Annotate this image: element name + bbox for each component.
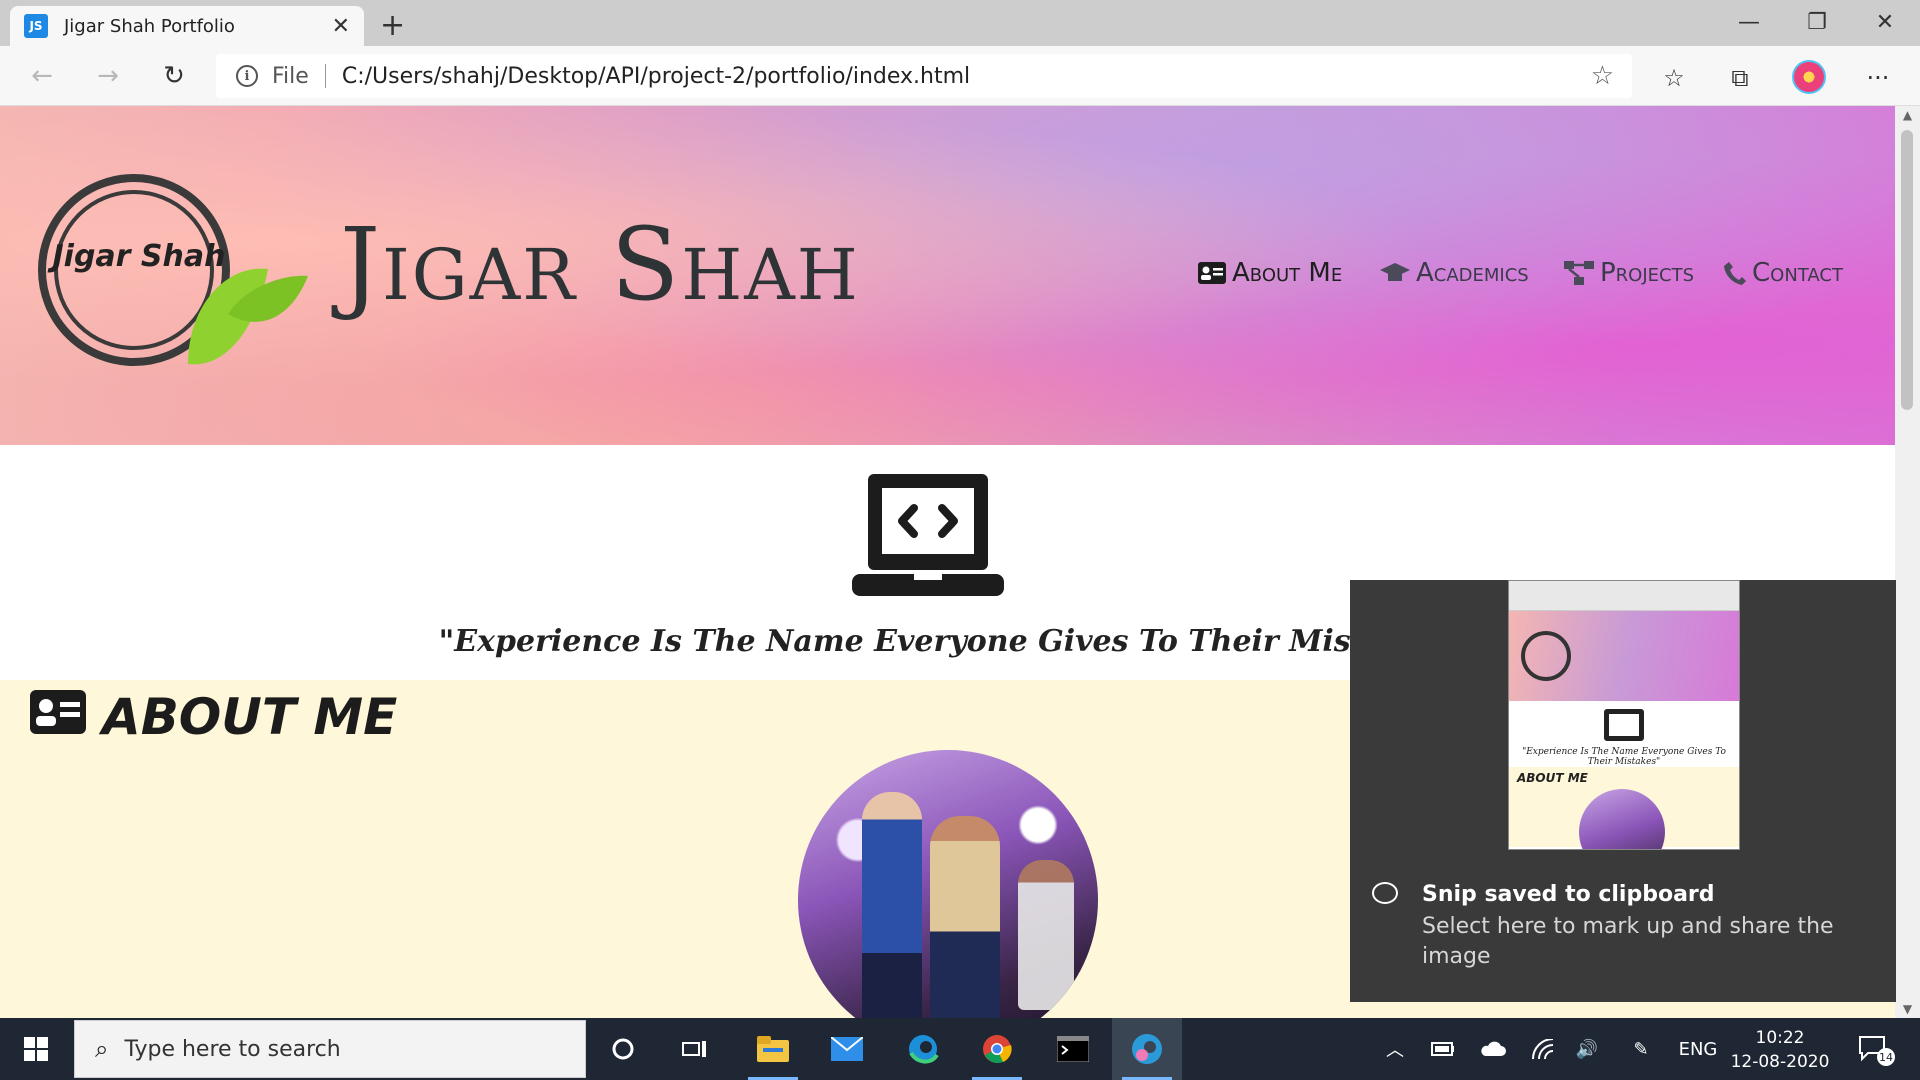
windows-taskbar: ⌕ Type here to search ︿ 🔊 ✎ ENG 10:22 12… [0, 1018, 1920, 1080]
refresh-icon[interactable]: ↻ [154, 58, 194, 94]
logo-text: Jigar Shah [48, 239, 226, 274]
pen-workspace-icon[interactable]: ✎ [1626, 1018, 1656, 1080]
toast-body: Select here to mark up and share the ima… [1422, 914, 1834, 969]
snip-notification[interactable]: "Experience Is The Name Everyone Gives T… [1350, 580, 1896, 1002]
forward-arrow-icon[interactable]: → [88, 58, 128, 94]
action-center-icon[interactable]: 14 [1848, 1018, 1904, 1080]
preview-logo [1521, 631, 1571, 681]
site-logo[interactable]: Jigar Shah [38, 164, 308, 384]
window-close-icon[interactable]: ✕ [1850, 2, 1920, 42]
preview-photo [1579, 789, 1665, 849]
start-button[interactable] [0, 1018, 72, 1080]
preview-laptop-icon [1604, 709, 1644, 741]
close-tab-icon[interactable]: ✕ [332, 14, 350, 39]
file-explorer-icon[interactable] [738, 1018, 808, 1080]
edge-dev-icon[interactable] [1112, 1018, 1182, 1080]
project-diagram-icon [1564, 261, 1594, 285]
graduation-cap-icon [1380, 263, 1410, 283]
preview-about-title: ABOUT ME [1517, 771, 1588, 785]
scroll-up-icon[interactable]: ▲ [1895, 108, 1920, 122]
photo-person [1018, 860, 1074, 1010]
url-scheme-label: File [272, 63, 309, 89]
onedrive-cloud-icon[interactable] [1476, 1018, 1510, 1080]
about-heading-text: ABOUT ME [102, 688, 398, 746]
edge-browser-icon[interactable] [888, 1018, 958, 1080]
profile-avatar[interactable] [1792, 60, 1826, 94]
wifi-icon[interactable] [1528, 1018, 1558, 1080]
url-text[interactable]: C:/Users/shahj/Desktop/API/project-2/por… [342, 64, 1591, 89]
mail-icon[interactable] [812, 1018, 882, 1080]
photo-person [862, 792, 922, 1018]
more-menu-icon[interactable]: ··· [1858, 60, 1898, 96]
windows-logo-icon [24, 1037, 48, 1061]
url-separator [324, 64, 326, 88]
info-icon[interactable]: i [236, 65, 258, 87]
browser-tab[interactable]: JS Jigar Shah Portfolio ✕ [10, 6, 364, 46]
preview-hero [1509, 611, 1739, 701]
brand-title: Jigar Shah [340, 206, 860, 323]
page-scrollbar[interactable]: ▲ ▼ [1895, 106, 1920, 1018]
site-favicon-icon: JS [24, 14, 48, 38]
task-view-icon[interactable] [660, 1018, 730, 1080]
profile-photo [798, 750, 1098, 1018]
scroll-down-icon[interactable]: ▼ [1895, 1002, 1920, 1016]
toast-title: Snip saved to clipboard [1422, 882, 1715, 907]
nav-label: Projects [1600, 258, 1695, 288]
favorites-list-icon[interactable]: ☆ [1654, 60, 1694, 96]
minimize-icon[interactable]: — [1714, 2, 1784, 42]
show-hidden-icons-chevron-icon[interactable]: ︿ [1380, 1018, 1410, 1080]
nav-academics[interactable]: Academics [1380, 258, 1529, 288]
nav-projects[interactable]: Projects [1564, 258, 1694, 288]
snip-preview-image: "Experience Is The Name Everyone Gives T… [1508, 580, 1740, 850]
nav-label: About Me [1232, 258, 1343, 288]
taskbar-search[interactable]: ⌕ Type here to search [74, 1020, 586, 1078]
preview-quote: "Experience Is The Name Everyone Gives T… [1522, 747, 1726, 767]
preview-about: ABOUT ME [1509, 767, 1739, 849]
restore-icon[interactable]: ❐ [1782, 2, 1852, 42]
terminal-icon[interactable] [1038, 1018, 1108, 1080]
language-indicator[interactable]: ENG [1668, 1018, 1728, 1080]
nav-contact[interactable]: Contact [1724, 258, 1843, 288]
preview-browser-chrome [1509, 581, 1739, 611]
search-icon: ⌕ [95, 1035, 109, 1063]
nav-about-me[interactable]: About Me [1198, 258, 1342, 288]
screen: JS Jigar Shah Portfolio ✕ + — ❐ ✕ ← → ↻ … [0, 0, 1920, 1080]
tab-title: Jigar Shah Portfolio [64, 15, 235, 37]
back-arrow-icon[interactable]: ← [22, 58, 62, 94]
about-heading: ABOUT ME [30, 688, 397, 746]
id-card-icon [30, 688, 86, 746]
hero-header: Jigar Shah Jigar Shah About Me Academics [0, 106, 1895, 445]
scrollbar-thumb[interactable] [1901, 130, 1913, 410]
address-bar[interactable]: i File C:/Users/shahj/Desktop/API/projec… [216, 54, 1632, 98]
battery-icon[interactable] [1428, 1018, 1458, 1080]
clock-date: 12-08-2020 [1730, 1052, 1830, 1072]
browser-tabbar: JS Jigar Shah Portfolio ✕ + — ❐ ✕ [0, 0, 1920, 46]
cortana-icon[interactable] [588, 1018, 658, 1080]
collections-icon[interactable]: ⧉ [1720, 60, 1760, 96]
browser-toolbar: ← → ↻ i File C:/Users/shahj/Desktop/API/… [0, 46, 1920, 106]
nav-label: Contact [1752, 258, 1843, 288]
chrome-icon[interactable] [962, 1018, 1032, 1080]
clock-time: 10:22 [1755, 1028, 1805, 1048]
new-tab-button[interactable]: + [380, 8, 405, 43]
notification-count: 14 [1879, 1051, 1893, 1064]
phone-icon [1724, 261, 1746, 285]
photo-person [930, 816, 1000, 1018]
favorite-star-icon[interactable]: ☆ [1591, 61, 1614, 91]
nav-label: Academics [1416, 258, 1529, 288]
search-placeholder: Type here to search [124, 1036, 341, 1062]
snip-sketch-icon [1372, 882, 1398, 904]
id-card-icon [1198, 262, 1226, 284]
taskbar-clock[interactable]: 10:22 12-08-2020 [1730, 1026, 1830, 1074]
laptop-code-icon [852, 474, 1004, 596]
volume-icon[interactable]: 🔊 [1572, 1018, 1602, 1080]
